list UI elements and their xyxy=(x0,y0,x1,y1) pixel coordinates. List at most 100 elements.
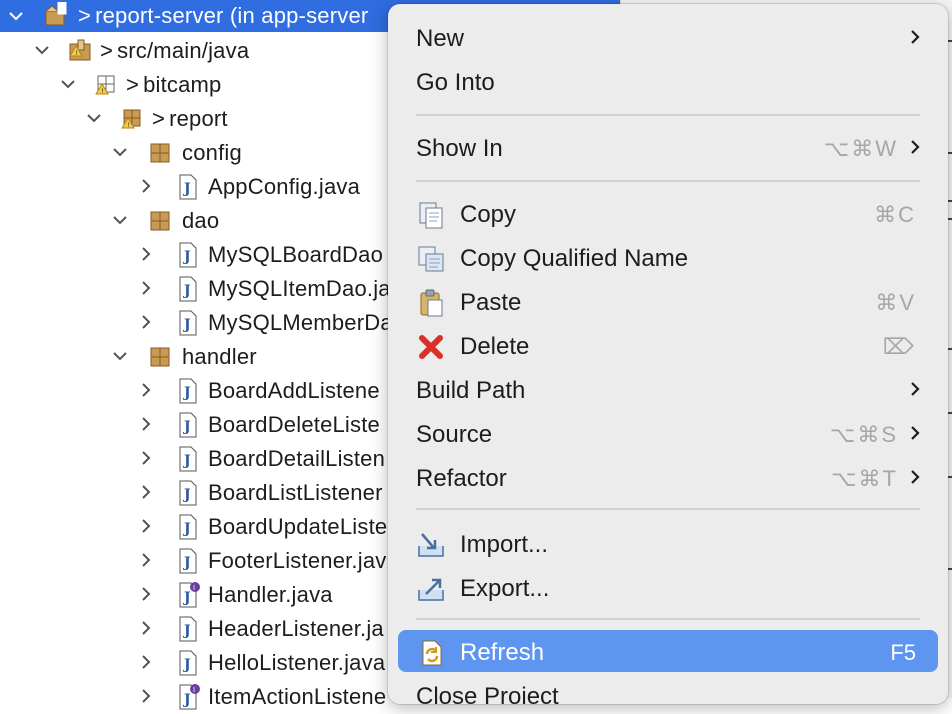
chevron-right-icon[interactable] xyxy=(138,484,154,500)
svg-text:!: ! xyxy=(75,50,77,57)
chevron-right-icon[interactable] xyxy=(138,382,154,398)
tree-row-prefix: > xyxy=(78,3,92,28)
java-file-icon: J xyxy=(176,412,200,438)
package-icon xyxy=(148,140,172,166)
menu-item-label: Copy xyxy=(460,201,517,228)
menu-item-close-project[interactable]: Close Project xyxy=(398,674,938,704)
chevron-right-icon[interactable] xyxy=(138,178,154,194)
export-icon xyxy=(416,574,446,604)
menu-item-go-into[interactable]: Go Into xyxy=(398,60,938,102)
menu-item-import[interactable]: Import... xyxy=(398,522,938,564)
svg-text:I: I xyxy=(193,584,195,592)
svg-text:J: J xyxy=(182,487,191,503)
menu-item-copy-qualified-name[interactable]: Copy Qualified Name xyxy=(398,236,938,278)
tree-row-label: MySQLBoardDao xyxy=(208,242,384,267)
tree-row-label: HeaderListener.ja xyxy=(208,616,384,641)
chevron-right-icon[interactable] xyxy=(138,518,154,534)
package-icon xyxy=(148,208,172,234)
svg-text:J: J xyxy=(182,555,191,571)
menu-item-new[interactable]: New xyxy=(398,16,938,58)
submenu-arrow-icon xyxy=(906,28,924,46)
java-file-icon: J xyxy=(176,514,200,540)
svg-text:J: J xyxy=(182,317,191,333)
menu-item-show-in[interactable]: Show In ⌥⌘W xyxy=(398,126,938,168)
svg-text:J: J xyxy=(182,521,191,537)
source-folder-icon: ! xyxy=(68,38,92,64)
submenu-arrow-icon xyxy=(906,424,924,442)
submenu-arrow-icon xyxy=(906,468,924,486)
java-file-icon: J xyxy=(176,650,200,676)
tree-row-prefix: > xyxy=(100,38,114,63)
menu-separator xyxy=(416,618,920,620)
package-icon xyxy=(148,344,172,370)
tree-row-label: MySQLItemDao.ja xyxy=(208,276,391,301)
chevron-right-icon[interactable] xyxy=(138,416,154,432)
menu-item-label: Refactor xyxy=(416,465,507,492)
menu-item-label: Go Into xyxy=(416,69,495,96)
chevron-down-icon[interactable] xyxy=(8,8,24,24)
svg-text:J: J xyxy=(182,283,191,299)
java-file-icon: J xyxy=(176,446,200,472)
tree-row-prefix: > xyxy=(126,72,140,97)
package-icon: ! xyxy=(120,106,144,132)
chevron-right-icon[interactable] xyxy=(138,654,154,670)
menu-item-paste[interactable]: Paste ⌘V xyxy=(398,280,938,322)
menu-item-export[interactable]: Export... xyxy=(398,566,938,608)
tree-row-label: AppConfig.java xyxy=(208,174,361,199)
menu-item-label: Copy Qualified Name xyxy=(460,245,689,272)
menu-item-build-path[interactable]: Build Path xyxy=(398,368,938,410)
svg-text:J: J xyxy=(182,590,191,606)
copy-icon xyxy=(416,200,446,230)
submenu-arrow-icon xyxy=(906,138,924,156)
tree-row-label: BoardDeleteListe xyxy=(208,412,380,437)
menu-item-label: Close Project xyxy=(416,683,559,704)
tree-row-prefix: > xyxy=(152,106,166,131)
tree-row-text: report xyxy=(169,106,228,131)
chevron-right-icon[interactable] xyxy=(138,586,154,602)
svg-text:I: I xyxy=(193,686,195,694)
tree-row-text: src/main/java xyxy=(117,38,250,63)
chevron-down-icon[interactable] xyxy=(86,110,102,126)
tree-row-label: BoardDetailListen xyxy=(208,446,386,471)
tree-row-label: Handler.java xyxy=(208,582,333,607)
menu-item-source[interactable]: Source ⌥⌘S xyxy=(398,412,938,454)
chevron-right-icon[interactable] xyxy=(138,450,154,466)
menu-separator xyxy=(416,508,920,510)
chevron-down-icon[interactable] xyxy=(112,212,128,228)
chevron-right-icon[interactable] xyxy=(138,246,154,262)
svg-text:J: J xyxy=(182,419,191,435)
svg-text:!: ! xyxy=(101,88,103,95)
java-file-icon: J xyxy=(176,174,200,200)
tree-row-label: BoardAddListene xyxy=(208,378,380,403)
svg-text:J: J xyxy=(182,453,191,469)
menu-item-label: Show In xyxy=(416,135,503,162)
refresh-icon xyxy=(416,638,446,668)
chevron-right-icon[interactable] xyxy=(138,620,154,636)
delete-icon xyxy=(416,332,446,362)
project-icon xyxy=(44,2,68,28)
chevron-down-icon[interactable] xyxy=(112,144,128,160)
tree-row-label: dao xyxy=(182,208,220,233)
menu-item-refactor[interactable]: Refactor ⌥⌘T xyxy=(398,456,938,498)
chevron-down-icon[interactable] xyxy=(112,348,128,364)
svg-text:J: J xyxy=(182,657,191,673)
menu-item-shortcut: F5 xyxy=(890,640,916,665)
svg-text:J: J xyxy=(182,385,191,401)
chevron-right-icon[interactable] xyxy=(138,280,154,296)
menu-item-refresh[interactable]: Refresh F5 xyxy=(398,630,938,672)
menu-item-delete[interactable]: Delete ⌦ xyxy=(398,324,938,366)
chevron-right-icon[interactable] xyxy=(138,688,154,704)
chevron-right-icon[interactable] xyxy=(138,552,154,568)
tree-row-label: > bitcamp xyxy=(126,72,222,98)
chevron-down-icon[interactable] xyxy=(60,76,76,92)
chevron-down-icon[interactable] xyxy=(34,42,50,58)
menu-item-copy[interactable]: Copy ⌘C xyxy=(398,192,938,234)
tree-row-text: bitcamp xyxy=(143,72,222,97)
tree-row-label: > report xyxy=(152,106,228,132)
java-file-icon: J xyxy=(176,276,200,302)
chevron-right-icon[interactable] xyxy=(138,314,154,330)
java-file-icon: J xyxy=(176,616,200,642)
tree-row-label: ItemActionListene xyxy=(208,684,387,709)
tree-row-label: handler xyxy=(182,344,257,369)
menu-item-label: New xyxy=(416,25,465,52)
